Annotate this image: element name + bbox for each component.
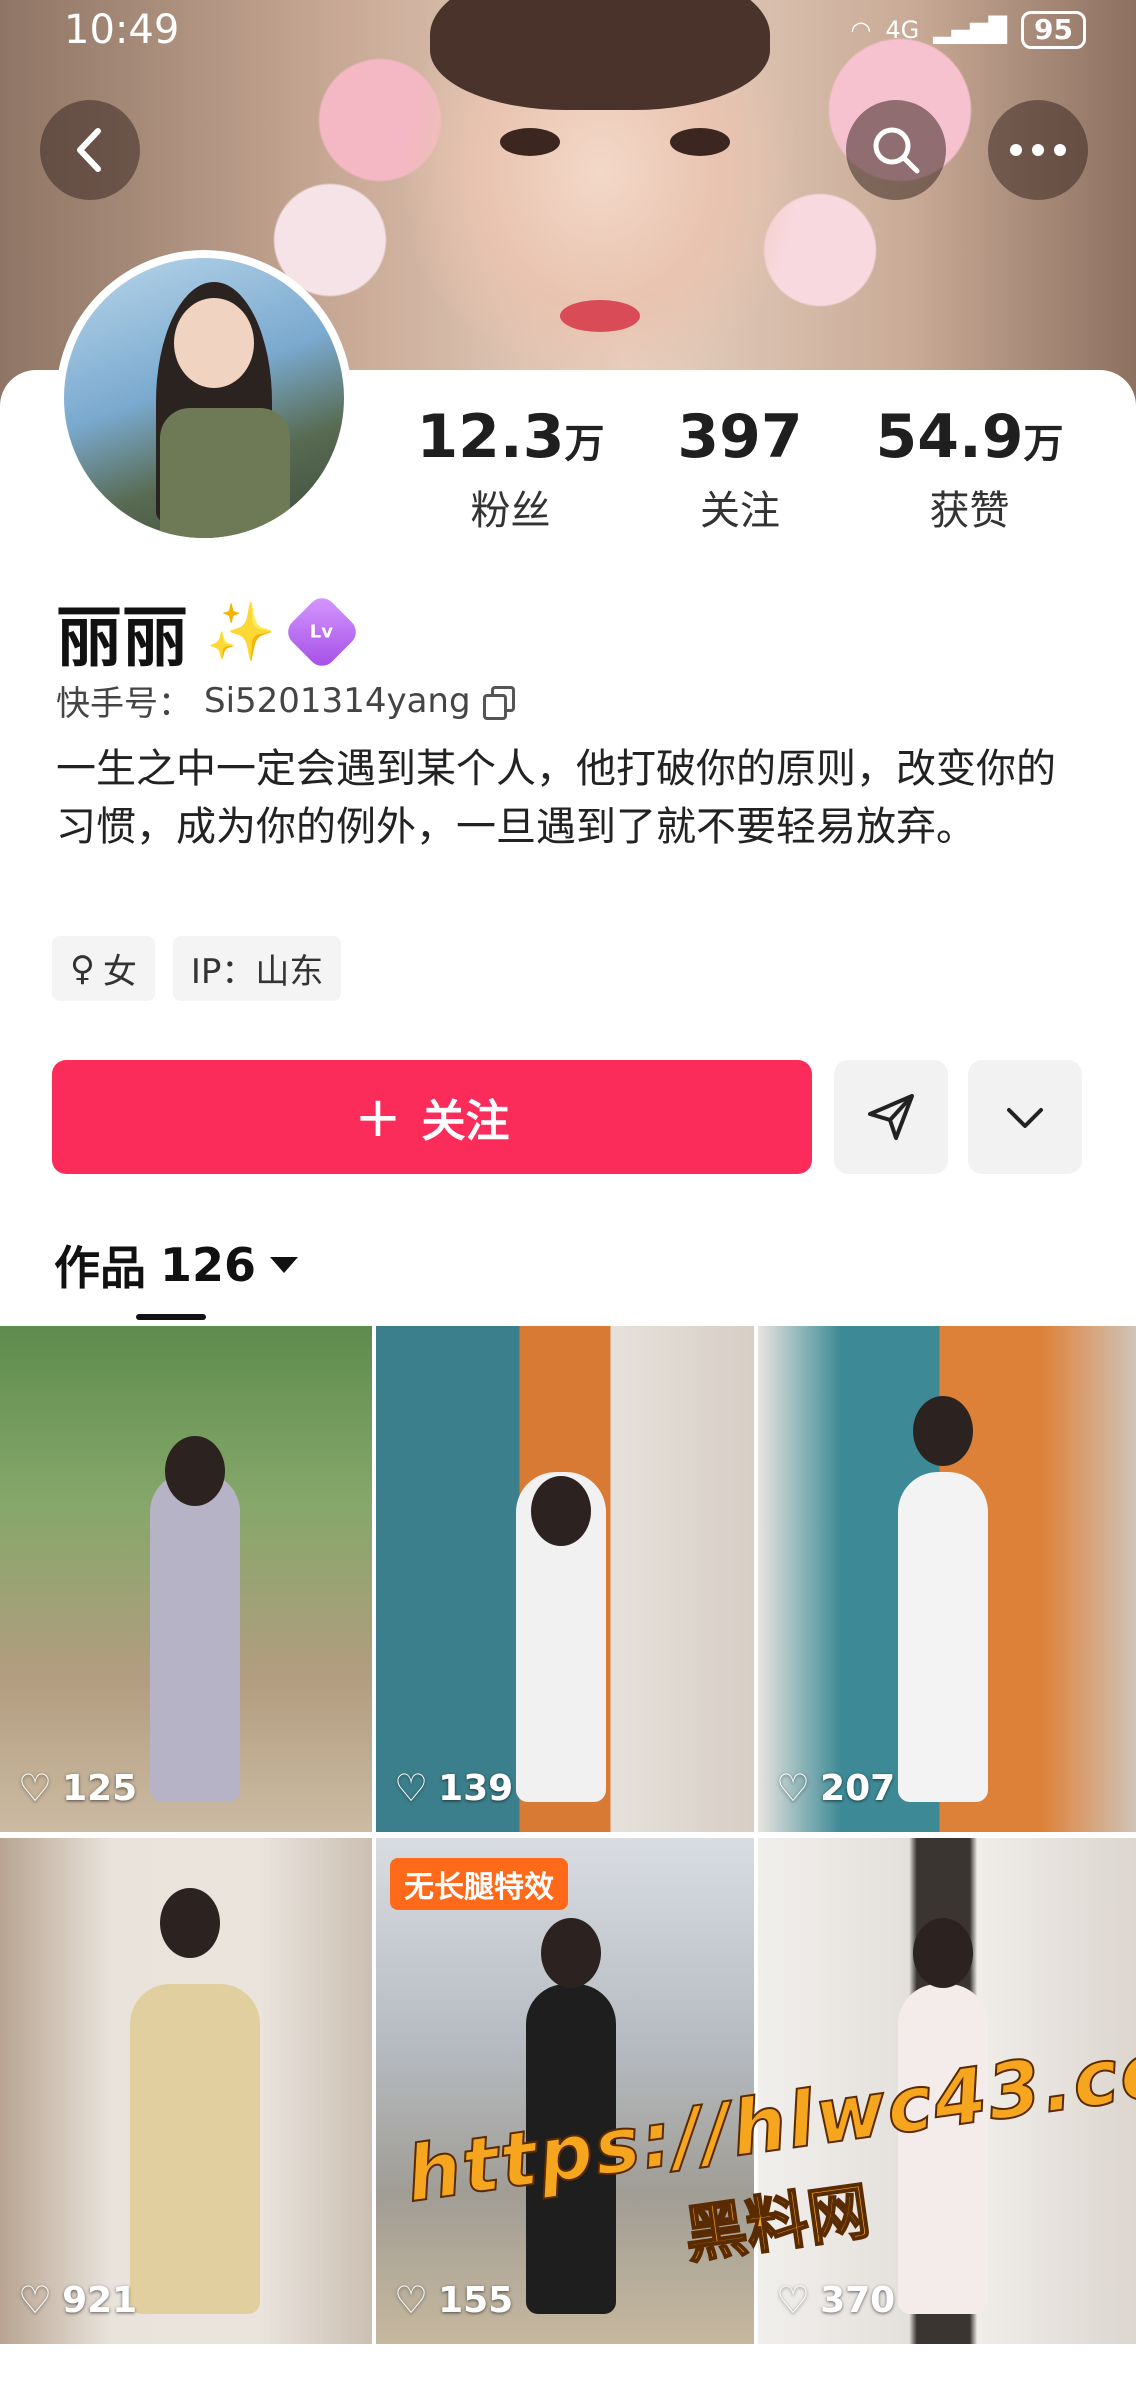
like-count: ♡ 139 (394, 1766, 514, 1810)
stat-value: 54.9 (875, 402, 1024, 472)
wifi-icon: ◠ (850, 16, 872, 44)
copy-icon[interactable] (482, 685, 515, 720)
video-thumbnail[interactable]: ♡ 139 (376, 1326, 754, 1832)
kuaishou-id: 快手号： Si5201314yang (56, 676, 515, 725)
share-button[interactable] (834, 1060, 948, 1174)
video-thumbnail[interactable]: ♡ 125 (0, 1326, 372, 1832)
like-count: ♡ 921 (18, 2278, 138, 2322)
heart-icon: ♡ (394, 1766, 429, 1810)
follow-label: 关注 (421, 1096, 510, 1147)
video-thumbnail[interactable]: ♡ 921 (0, 1838, 372, 2344)
ip-location-label: IP：山东 (190, 952, 324, 992)
heart-icon: ♡ (776, 1766, 811, 1810)
profile-stats: 12.3万 粉丝 397 关注 54.9万 获赞 (380, 402, 1100, 536)
chevron-left-icon (77, 128, 101, 172)
ip-location-tag: IP：山东 (172, 936, 342, 1001)
profile-name-row: 丽丽 ✨ Lv (56, 584, 362, 680)
heart-icon: ♡ (18, 2278, 53, 2322)
send-icon (868, 1094, 914, 1140)
stat-unit: 万 (1023, 421, 1064, 467)
follow-button[interactable]: + 关注 (52, 1060, 812, 1174)
stat-label: 关注 (699, 488, 780, 534)
stat-likes[interactable]: 54.9万 获赞 (875, 402, 1063, 536)
stat-value: 397 (677, 402, 803, 472)
works-count: 126 (160, 1238, 257, 1292)
sparkle-icon: ✨ (206, 600, 276, 665)
profile-tags: ♀ 女 IP：山东 (52, 936, 342, 1001)
back-button[interactable] (40, 100, 140, 200)
search-button[interactable] (846, 100, 946, 200)
stat-label: 获赞 (929, 488, 1010, 534)
heart-icon: ♡ (18, 1766, 53, 1810)
status-time: 10:49 (64, 7, 180, 53)
kuaishou-id-label: 快手号： (56, 684, 192, 724)
stat-value: 12.3 (416, 402, 565, 472)
stat-following[interactable]: 397 关注 (677, 402, 802, 536)
female-icon: ♀ (70, 948, 95, 989)
like-count: ♡ 207 (776, 1766, 896, 1810)
effect-tag: 无长腿特效 (390, 1858, 568, 1910)
stat-label: 粉丝 (470, 488, 551, 534)
network-type: 4G (885, 16, 920, 44)
caret-down-icon (270, 1257, 299, 1273)
level-badge[interactable]: Lv (282, 592, 362, 672)
like-count: ♡ 125 (18, 1766, 138, 1810)
video-thumbnail[interactable]: ♡ 207 (758, 1326, 1136, 1832)
heart-icon: ♡ (776, 2278, 811, 2322)
more-button[interactable] (988, 100, 1088, 200)
battery-icon: 95 (1021, 11, 1086, 49)
search-icon (873, 127, 920, 174)
stat-followers[interactable]: 12.3万 粉丝 (416, 402, 604, 536)
tab-works[interactable]: 作品 126 (54, 1232, 299, 1298)
stat-unit: 万 (564, 421, 605, 467)
gender-label: 女 (102, 952, 137, 992)
more-icon (1010, 144, 1066, 156)
profile-name: 丽丽 (56, 599, 188, 676)
plus-icon: + (354, 1084, 402, 1150)
kuaishou-id-value: Si5201314yang (204, 680, 471, 721)
avatar[interactable] (56, 250, 352, 546)
like-count: ♡ 370 (776, 2278, 896, 2322)
works-label: 作品 (54, 1241, 146, 1295)
expand-button[interactable] (968, 1060, 1082, 1174)
profile-bio: 一生之中一定会遇到某个人，他打破你的原则，改变你的习惯，成为你的例外，一旦遇到了… (56, 746, 1056, 850)
signal-icon: ▂▄▆█ (933, 16, 1008, 44)
gender-tag: ♀ 女 (52, 936, 155, 1001)
chevron-down-icon (1007, 1108, 1043, 1128)
level-badge-label: Lv (310, 621, 334, 643)
tab-indicator (136, 1314, 206, 1320)
status-bar: 10:49 ◠ 4G ▂▄▆█ 95 (0, 0, 1136, 60)
